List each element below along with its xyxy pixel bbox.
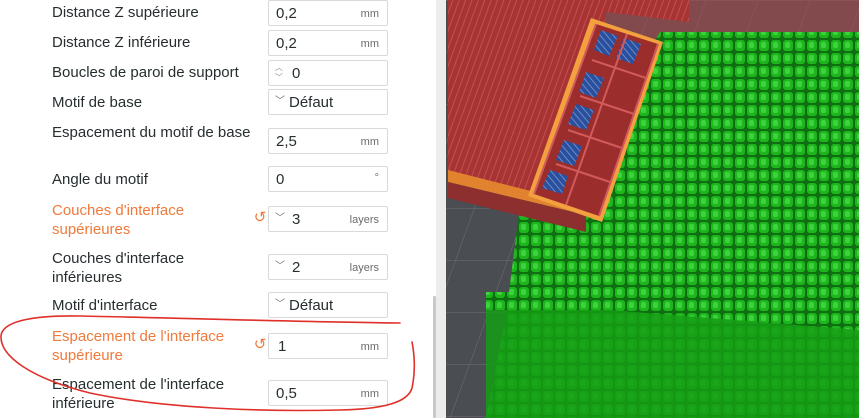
top-interface-layers-dropdown[interactable]: ﹀ 3 layers [268, 206, 388, 232]
setting-label: Angle du motif [52, 171, 148, 188]
field-value: 2,5 [276, 133, 297, 150]
field-value: 0,2 [276, 35, 297, 52]
reset-icon[interactable]: ↺ [252, 210, 268, 226]
setting-label: Distance Z inférieure [52, 34, 191, 51]
field-unit: mm [360, 38, 379, 50]
reset-icon[interactable]: ↺ [252, 337, 268, 353]
field-unit: layers [349, 214, 379, 226]
setting-row-interface-pattern: Motif d'interface ﹀ Défaut [0, 292, 426, 320]
field-value: Défaut [289, 297, 334, 314]
bottom-z-distance-input[interactable]: 0,2 mm [268, 30, 388, 56]
chevron-down-icon: ﹀ [275, 96, 285, 107]
field-unit: mm [360, 8, 379, 20]
interface-pattern-dropdown[interactable]: ﹀ Défaut [268, 292, 388, 318]
preview-scene [446, 0, 859, 418]
field-value: Défaut [289, 94, 334, 111]
field-unit: mm [360, 341, 379, 353]
setting-label: Boucles de paroi de support [52, 64, 239, 81]
setting-label: Motif de base [52, 94, 143, 111]
field-value: 1 [278, 338, 287, 355]
settings-panel: Distance Z supérieure 0,2 mm Distance Z … [0, 0, 426, 418]
field-value: 2 [292, 259, 301, 276]
spin-down-icon[interactable]: ﹀ [274, 73, 284, 83]
setting-label: Couches d'interface inférieures [52, 250, 185, 286]
3d-preview-viewport[interactable] [446, 0, 859, 418]
green-support-edge [486, 292, 859, 310]
setting-row-top-interface-layers: Couches d'interface supérieures ↺ ﹀ 3 la… [0, 199, 426, 239]
top-z-distance-input[interactable]: 0,2 mm [268, 0, 388, 26]
setting-label: Espacement de l'interface supérieure [52, 328, 225, 364]
field-unit: layers [349, 262, 379, 274]
base-pattern-dropdown[interactable]: ﹀ Défaut [268, 89, 388, 115]
top-interface-spacing-input[interactable]: 1 mm [268, 333, 388, 359]
field-value: 3 [292, 211, 301, 228]
field-unit: ° [374, 172, 379, 184]
field-unit: mm [360, 388, 379, 400]
chevron-down-icon: ﹀ [275, 261, 285, 272]
field-value: 0 [276, 171, 285, 188]
spin-arrows[interactable]: ︿ ﹀ [274, 63, 284, 83]
field-value: 0 [292, 65, 301, 82]
setting-row-base-pattern: Motif de base ﹀ Défaut [0, 89, 426, 117]
chevron-down-icon: ﹀ [275, 213, 285, 224]
setting-row-bottom-interface-spacing: Espacement de l'interface inférieure 0,5… [0, 374, 426, 414]
setting-row-bottom-z-distance: Distance Z inférieure 0,2 mm [0, 29, 426, 57]
panel-divider[interactable] [436, 0, 446, 418]
field-value: 0,2 [276, 5, 297, 22]
setting-row-base-pattern-spacing: Espacement du motif de base 2,5 mm [0, 121, 426, 161]
setting-row-support-wall-loops: Boucles de paroi de support ︿ ﹀ 0 [0, 59, 426, 87]
setting-label: Distance Z supérieure [52, 4, 199, 21]
setting-label: Espacement du motif de base [52, 124, 251, 141]
setting-row-bottom-interface-layers: Couches d'interface inférieures ﹀ 2 laye… [0, 247, 426, 287]
setting-row-pattern-angle: Angle du motif 0 ° [0, 166, 426, 194]
bottom-interface-spacing-input[interactable]: 0,5 mm [268, 380, 388, 406]
support-wall-loops-spinbox[interactable]: ︿ ﹀ 0 [268, 60, 388, 86]
setting-row-top-interface-spacing: Espacement de l'interface supérieure ↺ 1… [0, 325, 426, 365]
setting-label: Motif d'interface [52, 297, 158, 314]
field-unit: mm [360, 136, 379, 148]
spin-up-icon[interactable]: ︿ [274, 63, 284, 73]
base-pattern-spacing-input[interactable]: 2,5 mm [268, 128, 388, 154]
setting-label: Couches d'interface supérieures [52, 202, 185, 238]
bottom-interface-layers-dropdown[interactable]: ﹀ 2 layers [268, 254, 388, 280]
setting-row-top-z-distance: Distance Z supérieure 0,2 mm [0, 0, 426, 26]
field-value: 0,5 [276, 385, 297, 402]
setting-label: Espacement de l'interface inférieure [52, 376, 225, 412]
pattern-angle-input[interactable]: 0 ° [268, 166, 388, 192]
chevron-down-icon: ﹀ [275, 299, 285, 310]
